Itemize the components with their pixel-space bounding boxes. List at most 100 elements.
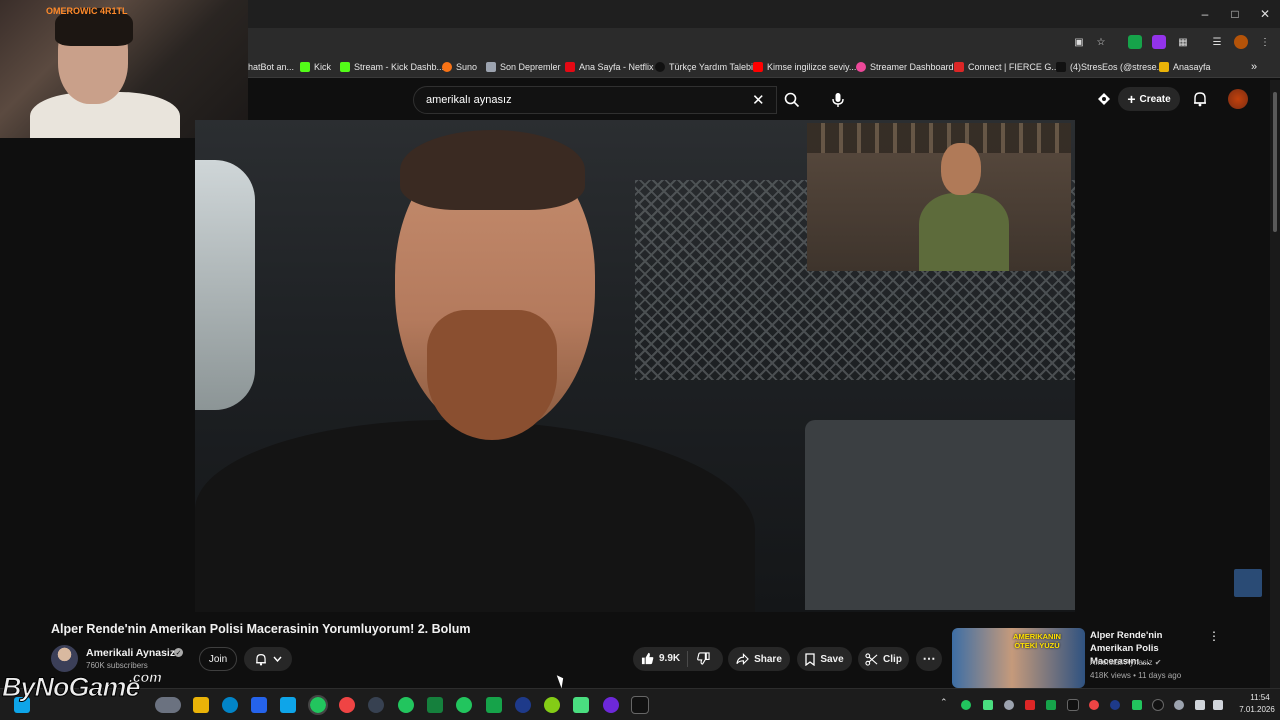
close-window-icon[interactable]: ✕	[1250, 0, 1280, 28]
clock-time[interactable]: 11:54	[1240, 693, 1280, 702]
person-beard	[427, 310, 557, 440]
bookmark-item[interactable]: Stream - Kick Dashb...	[340, 60, 444, 74]
tray-icon[interactable]	[1067, 699, 1079, 711]
opera-icon[interactable]	[339, 697, 355, 713]
store-icon[interactable]	[251, 697, 267, 713]
more-actions-button[interactable]: ⋯	[916, 647, 942, 671]
page-scrollbar[interactable]	[1270, 80, 1280, 688]
account-avatar[interactable]	[1228, 89, 1248, 109]
minimize-icon[interactable]: –	[1190, 0, 1220, 28]
whatsapp-icon[interactable]	[456, 697, 472, 713]
epic-games-icon[interactable]	[631, 696, 649, 714]
tray-icon[interactable]	[1132, 700, 1142, 710]
minecraft-icon[interactable]	[573, 697, 589, 713]
microphone-tray-icon[interactable]	[1174, 700, 1184, 710]
bookmark-item[interactable]: Son Depremler	[486, 60, 561, 74]
file-explorer-icon[interactable]	[193, 697, 209, 713]
extensions-puzzle-icon[interactable]: ▦	[1176, 35, 1190, 49]
tray-icon[interactable]	[1004, 700, 1014, 710]
volume-icon[interactable]	[1213, 700, 1223, 710]
browser-menu-icon[interactable]: ⋮	[1258, 35, 1272, 49]
bell-icon	[1194, 92, 1206, 107]
extension-icon[interactable]	[1152, 35, 1166, 49]
maximize-icon[interactable]: □	[1220, 0, 1250, 28]
save-button[interactable]: Save	[797, 647, 852, 671]
reading-list-icon[interactable]: ☰	[1210, 35, 1224, 49]
app-icon[interactable]	[427, 697, 443, 713]
car-window	[195, 160, 255, 410]
thumbs-up-icon	[641, 652, 654, 665]
join-button[interactable]: Join	[199, 647, 237, 671]
clock-date[interactable]: 7.01.2026	[1234, 705, 1280, 714]
microphone-icon	[832, 93, 844, 107]
recommended-thumbnail[interactable]: AMERIKANIN ÖTEKİ YÜZÜ	[952, 628, 1085, 688]
tray-overflow-icon[interactable]: ⌃	[940, 697, 950, 707]
search-taskbar-icon[interactable]	[155, 697, 181, 713]
bookmark-item[interactable]: (4)StresEos (@strese...	[1056, 60, 1164, 74]
spotify-icon[interactable]	[398, 697, 414, 713]
chrome-icon[interactable]	[308, 695, 328, 715]
person-hair	[400, 130, 585, 210]
windows-taskbar: ⌃	[0, 688, 1280, 720]
network-icon[interactable]	[1195, 700, 1205, 710]
live-activity-icon[interactable]	[1094, 89, 1114, 109]
bookmark-item[interactable]: Türkçe Yardım Talebi	[655, 60, 753, 74]
pip-head	[941, 143, 981, 195]
tray-icon[interactable]	[983, 700, 993, 710]
channel-name[interactable]: Amerikali Aynasiz	[86, 647, 175, 659]
bookmark-item[interactable]: Kimse ingilizce seviy...	[753, 60, 856, 74]
steam-icon[interactable]	[515, 697, 531, 713]
clear-search-icon[interactable]: ✕	[752, 91, 765, 109]
edge-icon[interactable]	[222, 697, 238, 713]
video-player[interactable]	[195, 120, 1075, 612]
search-query: amerikalı aynasız	[426, 94, 512, 106]
tray-icon[interactable]	[1089, 700, 1099, 710]
app-icon[interactable]	[486, 697, 502, 713]
bookmark-item[interactable]: Anasayfa	[1159, 60, 1211, 74]
mouse-cursor	[556, 673, 567, 689]
profile-avatar[interactable]	[1234, 35, 1248, 49]
bookmark-item[interactable]: hatBot an...	[248, 60, 294, 74]
kick-icon	[300, 62, 310, 72]
share-button[interactable]: Share	[728, 647, 790, 671]
extension-icon[interactable]	[1128, 35, 1142, 49]
webcam-overlay: OMEROWIC 4R1TL	[0, 0, 248, 138]
pip-person	[919, 193, 1009, 271]
tray-icon[interactable]	[1046, 700, 1056, 710]
app-icon[interactable]	[603, 697, 619, 713]
obs-icon[interactable]	[368, 697, 384, 713]
voice-search-button[interactable]	[824, 86, 852, 114]
person-shirt	[195, 420, 755, 612]
tray-icon[interactable]	[1025, 700, 1035, 710]
bookmark-item[interactable]: Suno	[442, 60, 477, 74]
bookmark-item[interactable]: Kick	[300, 60, 331, 74]
dislike-button[interactable]	[697, 652, 710, 668]
install-app-icon[interactable]: ▣	[1072, 35, 1086, 49]
bookmark-item[interactable]: Streamer Dashboard	[856, 60, 954, 74]
more-bookmarks-icon[interactable]: »	[1251, 60, 1257, 74]
app-icon[interactable]	[280, 697, 296, 713]
tray-icon[interactable]	[961, 700, 971, 710]
scissors-icon	[865, 652, 878, 666]
subscription-bell-button[interactable]	[244, 647, 292, 671]
bookmark-item[interactable]: Connect | FIERCE G...	[954, 60, 1059, 74]
search-button[interactable]	[777, 86, 807, 114]
clip-button[interactable]: Clip	[858, 647, 909, 671]
bookmark-star-icon[interactable]: ☆	[1094, 35, 1108, 49]
create-button[interactable]: + Create	[1118, 87, 1180, 111]
picture-in-picture-overlay	[807, 123, 1071, 271]
tray-icon[interactable]	[1110, 700, 1120, 710]
like-button[interactable]: 9.9K	[641, 652, 680, 665]
scrollbar-thumb[interactable]	[1273, 92, 1277, 232]
bookmark-item[interactable]: Ana Sayfa - Netflix	[565, 60, 654, 74]
search-input[interactable]: amerikalı aynasız ✕	[413, 86, 777, 114]
bell-icon	[255, 653, 266, 666]
more-vertical-icon[interactable]: ⋮	[1208, 629, 1220, 643]
bookmark-icon	[805, 652, 815, 666]
earthquake-icon	[486, 62, 496, 72]
app-icon[interactable]	[544, 697, 560, 713]
divider	[687, 651, 688, 667]
tray-icon[interactable]	[1152, 699, 1164, 711]
notifications-button[interactable]	[1190, 89, 1210, 109]
channel-avatar[interactable]	[51, 645, 78, 672]
